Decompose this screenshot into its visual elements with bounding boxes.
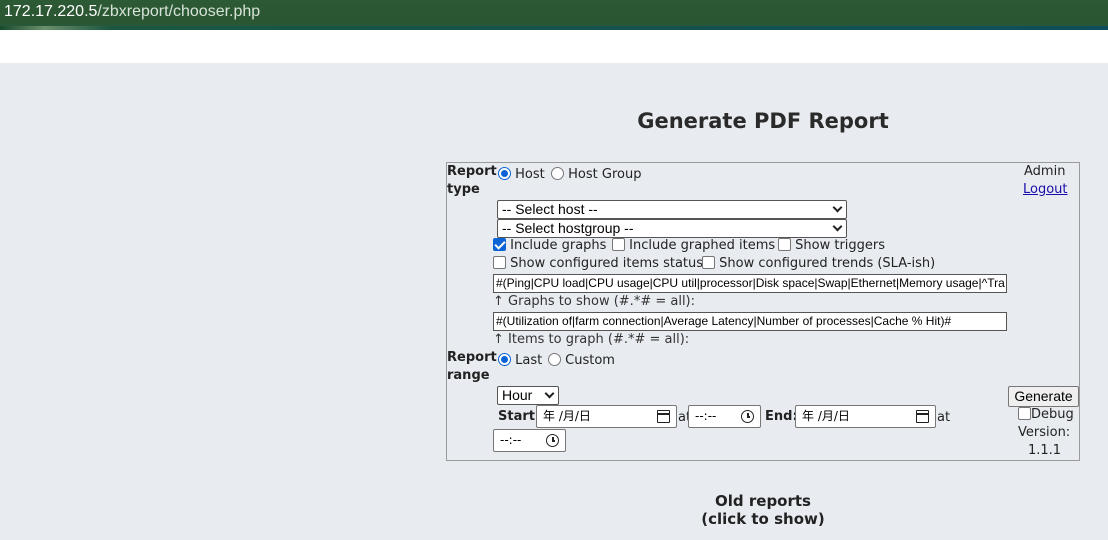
report-form-panel: Report type Host Host Group -- Select ho… — [446, 162, 1080, 461]
show-trends-checkbox-control[interactable] — [702, 256, 715, 269]
version-label: Version: — [1018, 425, 1071, 440]
start-label: Start: — [498, 409, 541, 424]
start-time-placeholder: --:-- — [695, 409, 717, 423]
start-date-input[interactable]: 年 /月/日 — [536, 405, 677, 428]
report-type-label-line1: Report — [447, 164, 497, 179]
include-graphed-items-checkbox[interactable]: Include graphed items — [612, 238, 775, 254]
debug-checkbox[interactable]: Debug — [1018, 407, 1074, 423]
report-range-label-line2: range — [447, 368, 490, 383]
end-date-input[interactable]: 年 /月/日 — [795, 405, 936, 428]
generate-button[interactable]: Generate — [1008, 386, 1079, 407]
radio-custom-label: Custom — [565, 353, 615, 368]
report-type-label: Report type — [447, 163, 497, 199]
debug-label: Debug — [1031, 407, 1074, 422]
clock-icon[interactable] — [546, 434, 559, 447]
include-graphs-label: Include graphs — [510, 238, 607, 253]
version-value: 1.1.1 — [1028, 443, 1062, 458]
period-select-value: Hour — [502, 387, 533, 403]
graphs-filter-hint: ↑ Graphs to show (#.*# = all): — [493, 294, 696, 309]
hostgroup-select-value: -- Select hostgroup -- — [502, 220, 634, 236]
start-time-input[interactable]: --:-- — [688, 405, 761, 428]
show-items-status-label: Show configured items status — [510, 256, 704, 271]
url-path: /zbxreport/chooser.php — [97, 3, 261, 20]
show-trends-checkbox[interactable]: Show configured trends (SLA-ish) — [702, 256, 935, 272]
radio-custom-control[interactable] — [548, 353, 561, 366]
page-title: Generate PDF Report — [637, 109, 889, 133]
report-type-label-line2: type — [447, 182, 480, 197]
radio-host-label: Host — [515, 167, 545, 182]
radio-last[interactable]: Last — [498, 353, 542, 369]
radio-host[interactable]: Host — [498, 167, 545, 183]
radio-host-group[interactable]: Host Group — [551, 167, 641, 183]
items-filter-input[interactable]: #(Utilization of|farm connection|Average… — [493, 312, 1007, 331]
radio-host-group-control[interactable] — [551, 167, 564, 180]
url-host: 172.17.220.5 — [4, 3, 98, 20]
user-name: Admin — [1024, 164, 1066, 179]
radio-last-label: Last — [515, 353, 543, 368]
radio-host-control[interactable] — [498, 167, 511, 180]
old-reports-title: Old reports — [715, 492, 811, 510]
radio-custom[interactable]: Custom — [548, 353, 615, 369]
show-triggers-label: Show triggers — [795, 238, 886, 253]
chevron-down-icon — [832, 221, 843, 232]
report-range-label: Report range — [447, 349, 497, 385]
radio-host-group-label: Host Group — [568, 167, 642, 182]
radio-last-control[interactable] — [498, 353, 511, 366]
period-select[interactable]: Hour — [497, 386, 559, 405]
logout-link[interactable]: Logout — [1023, 182, 1068, 198]
include-graphs-checkbox[interactable]: Include graphs — [493, 238, 606, 254]
end-at-label: at — [937, 410, 951, 425]
old-reports-toggle[interactable]: Old reports (click to show) — [640, 492, 886, 528]
end-label: End: — [765, 409, 798, 424]
include-graphed-items-label: Include graphed items — [629, 238, 776, 253]
old-reports-hint: (click to show) — [701, 510, 825, 528]
header-strip — [0, 30, 1108, 63]
show-items-status-checkbox[interactable]: Show configured items status — [493, 256, 703, 272]
graphs-filter-input[interactable]: #(Ping|CPU load|CPU usage|CPU util|proce… — [493, 274, 1007, 293]
show-trends-label: Show configured trends (SLA-ish) — [719, 256, 936, 271]
chevron-down-icon — [832, 202, 843, 213]
url-text[interactable]: 172.17.220.5/zbxreport/chooser.php — [4, 3, 260, 21]
show-triggers-checkbox-control[interactable] — [778, 238, 791, 251]
host-select-value: -- Select host -- — [502, 201, 598, 217]
debug-checkbox-control[interactable] — [1018, 407, 1031, 420]
host-select[interactable]: -- Select host -- — [497, 200, 847, 219]
show-items-status-checkbox-control[interactable] — [493, 256, 506, 269]
report-range-label-line1: Report — [447, 350, 497, 365]
clock-icon[interactable] — [741, 410, 754, 423]
hostgroup-select[interactable]: -- Select hostgroup -- — [497, 219, 847, 238]
start-date-placeholder: 年 /月/日 — [543, 409, 591, 423]
show-triggers-checkbox[interactable]: Show triggers — [778, 238, 885, 254]
calendar-icon[interactable] — [916, 410, 929, 423]
include-graphed-items-checkbox-control[interactable] — [612, 238, 625, 251]
browser-url-bar[interactable]: 172.17.220.5/zbxreport/chooser.php — [0, 0, 1108, 30]
end-time-input[interactable]: --:-- — [493, 429, 566, 452]
chevron-down-icon — [544, 388, 555, 399]
include-graphs-checkbox-control[interactable] — [493, 238, 506, 251]
end-date-placeholder: 年 /月/日 — [802, 409, 850, 423]
items-filter-hint: ↑ Items to graph (#.*# = all): — [493, 332, 690, 347]
calendar-icon[interactable] — [657, 410, 670, 423]
end-time-placeholder: --:-- — [500, 433, 522, 447]
